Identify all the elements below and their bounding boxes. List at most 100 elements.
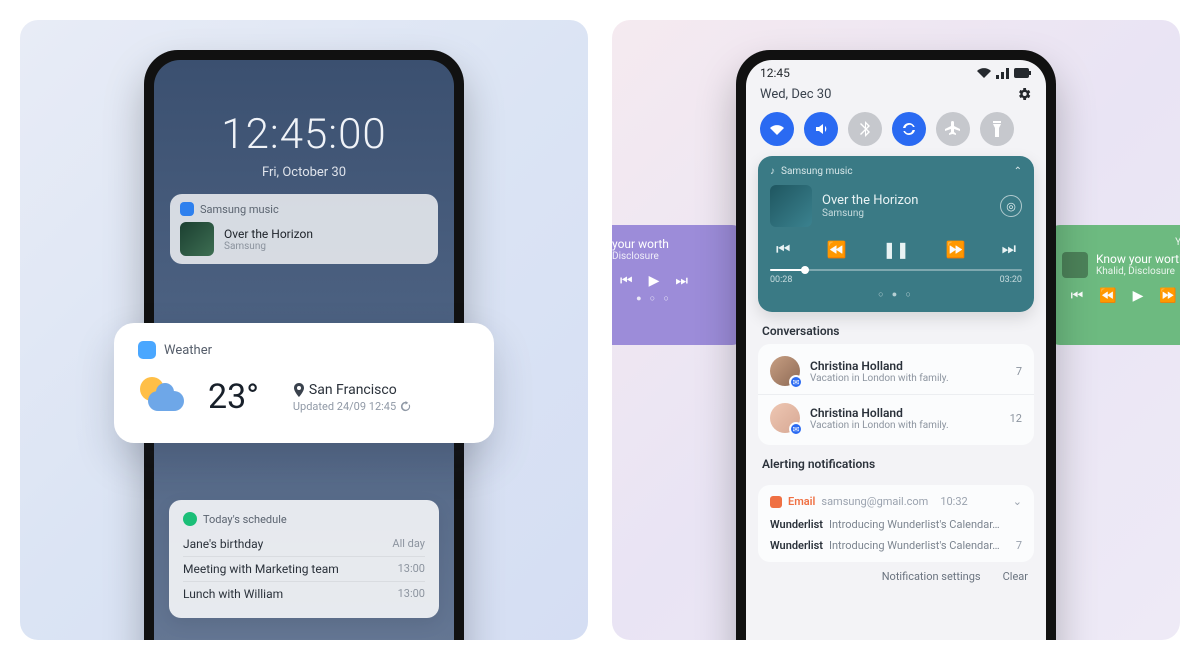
- notification-footer: Notification settings Clear: [746, 562, 1046, 593]
- rewind-icon[interactable]: ⏪: [1099, 288, 1116, 304]
- avatar: ✉: [770, 356, 800, 386]
- chevron-down-icon[interactable]: ⌄: [1013, 495, 1022, 508]
- conversation-msg: Vacation in London with family.: [810, 373, 949, 384]
- quick-panel-screen: 12:45 Wed, Dec 30: [746, 60, 1046, 640]
- prev-icon[interactable]: ⏮: [620, 273, 633, 289]
- qs-flashlight[interactable]: [980, 112, 1014, 146]
- schedule-row-time: 13:00: [398, 587, 425, 601]
- prev-icon[interactable]: ⏮: [1071, 288, 1084, 304]
- alert-app: Email: [788, 495, 815, 508]
- music-card-head: Samsung music: [180, 202, 428, 216]
- rewind-icon[interactable]: ⏪: [827, 240, 847, 259]
- music-player-card[interactable]: ♪ Samsung music ⌃ Over the Horizon Samsu…: [758, 156, 1034, 312]
- cast-icon[interactable]: ◎: [1000, 195, 1022, 217]
- pause-icon[interactable]: ❚❚: [883, 240, 910, 259]
- schedule-row-title: Jane's birthday: [183, 537, 263, 551]
- alert-line-app: Wunderlist: [770, 518, 823, 531]
- lock-clock: 12:45:00 Fri, October 30: [154, 60, 454, 180]
- side-widget-spotify[interactable]: your worth Disclosure ⏮ ▶ ⏭ ● ○ ○: [612, 225, 744, 345]
- weather-updated: Updated 24/09 12:45: [293, 400, 396, 413]
- side-widget-youtube[interactable]: YouTube Know your worth Khalid, Disclosu…: [1048, 225, 1180, 345]
- conversations-card: ✉ Christina Holland Vacation in London w…: [758, 344, 1034, 445]
- play-icon[interactable]: ▶: [649, 273, 660, 289]
- conversations-label: Conversations: [746, 312, 1046, 344]
- status-time: 12:45: [760, 66, 790, 80]
- conversation-msg: Vacation in London with family.: [810, 420, 949, 431]
- music-app-icon: [180, 202, 194, 216]
- schedule-row-title: Meeting with Marketing team: [183, 562, 339, 576]
- weather-app-icon: [138, 341, 156, 359]
- side-artist: Disclosure: [612, 251, 669, 262]
- player-title: Over the Horizon: [822, 193, 918, 208]
- skip-next-icon[interactable]: ⏭: [1002, 239, 1016, 259]
- status-bar: 12:45: [746, 60, 1046, 82]
- side-thumbnail: [1062, 252, 1088, 278]
- music-note-icon: ♪: [770, 166, 775, 177]
- music-card[interactable]: Samsung music Over the Horizon Samsung: [170, 194, 438, 264]
- settings-gear-icon[interactable]: [1016, 86, 1032, 102]
- player-thumbnail: [770, 185, 812, 227]
- weather-location: San Francisco: [309, 382, 397, 398]
- chat-app-badge-icon: ✉: [789, 375, 803, 389]
- alert-line-txt: Introducing Wunderlist's Calendar…: [829, 539, 1010, 552]
- schedule-row[interactable]: Jane's birthday All day: [183, 532, 425, 556]
- schedule-row-title: Lunch with William: [183, 587, 283, 601]
- email-app-icon: [770, 496, 782, 508]
- refresh-icon[interactable]: [400, 401, 411, 412]
- progress-bar[interactable]: 00:28 03:20: [770, 269, 1022, 285]
- conversation-count: 7: [1016, 365, 1022, 378]
- conversation-row[interactable]: ✉ Christina Holland Vacation in London w…: [758, 394, 1034, 441]
- schedule-row[interactable]: Lunch with William 13:00: [183, 581, 425, 606]
- clock-date: Fri, October 30: [154, 165, 454, 180]
- schedule-label: Today's schedule: [203, 513, 287, 526]
- qs-rotate[interactable]: [892, 112, 926, 146]
- schedule-row-time: All day: [392, 537, 425, 551]
- schedule-row[interactable]: Meeting with Marketing team 13:00: [183, 556, 425, 581]
- side-title: Know your worth: [1096, 253, 1180, 266]
- weather-label: Weather: [164, 343, 212, 358]
- qs-wifi[interactable]: [760, 112, 794, 146]
- player-app-label: Samsung music: [781, 166, 853, 177]
- conversation-row[interactable]: ✉ Christina Holland Vacation in London w…: [758, 348, 1034, 394]
- schedule-card[interactable]: Today's schedule Jane's birthday All day…: [169, 500, 439, 618]
- notification-settings-link[interactable]: Notification settings: [882, 570, 981, 583]
- battery-status-icon: [1014, 68, 1032, 78]
- side-controls: ⏮ ▶ ⏭: [612, 273, 730, 289]
- signal-status-icon: [996, 68, 1009, 79]
- music-app-label: Samsung music: [200, 203, 279, 216]
- chevron-up-icon[interactable]: ⌃: [1014, 166, 1022, 177]
- qp-header: Wed, Dec 30: [746, 82, 1046, 110]
- skip-prev-icon[interactable]: ⏮: [776, 239, 790, 259]
- music-title: Over the Horizon: [224, 227, 313, 241]
- weather-card[interactable]: Weather 23° San Francisco Updated 24/09 …: [114, 323, 494, 443]
- schedule-row-time: 13:00: [398, 562, 425, 576]
- side-controls: ⏮ ⏪ ▶ ⏩ ⏭: [1062, 288, 1180, 304]
- alerts-label: Alerting notifications: [746, 445, 1046, 477]
- player-artist: Samsung: [822, 208, 918, 219]
- alert-time: 10:32: [940, 495, 967, 508]
- phone-frame: 12:45 Wed, Dec 30: [736, 50, 1056, 640]
- play-icon[interactable]: ▶: [1133, 288, 1144, 304]
- pager-dots: ● ○ ○: [612, 293, 730, 304]
- forward-icon[interactable]: ⏩: [946, 240, 966, 259]
- side-artist: Khalid, Disclosure: [1096, 266, 1180, 277]
- clear-button[interactable]: Clear: [1003, 570, 1028, 583]
- side-title: your worth: [612, 238, 669, 251]
- alert-line[interactable]: Wunderlist Introducing Wunderlist's Cale…: [758, 514, 1034, 535]
- next-icon[interactable]: ⏭: [675, 273, 688, 289]
- qs-sound[interactable]: [804, 112, 838, 146]
- music-artist: Samsung: [224, 241, 313, 252]
- alert-line[interactable]: Wunderlist Introducing Wunderlist's Cale…: [758, 535, 1034, 556]
- weather-condition-icon: [138, 377, 186, 417]
- right-panel: your worth Disclosure ⏮ ▶ ⏭ ● ○ ○ YouTub…: [612, 20, 1180, 640]
- qs-bluetooth[interactable]: [848, 112, 882, 146]
- weather-temp: 23°: [208, 377, 259, 417]
- alert-addr: samsung@gmail.com: [821, 495, 928, 508]
- conversation-count: 12: [1010, 412, 1022, 425]
- left-panel: 12:45:00 Fri, October 30 Samsung music O…: [20, 20, 588, 640]
- forward-icon[interactable]: ⏩: [1159, 288, 1176, 304]
- qs-airplane[interactable]: [936, 112, 970, 146]
- alerts-card[interactable]: Email samsung@gmail.com 10:32 ⌄ Wunderli…: [758, 485, 1034, 562]
- avatar: ✉: [770, 403, 800, 433]
- side-app-label: YouTube: [1062, 237, 1180, 248]
